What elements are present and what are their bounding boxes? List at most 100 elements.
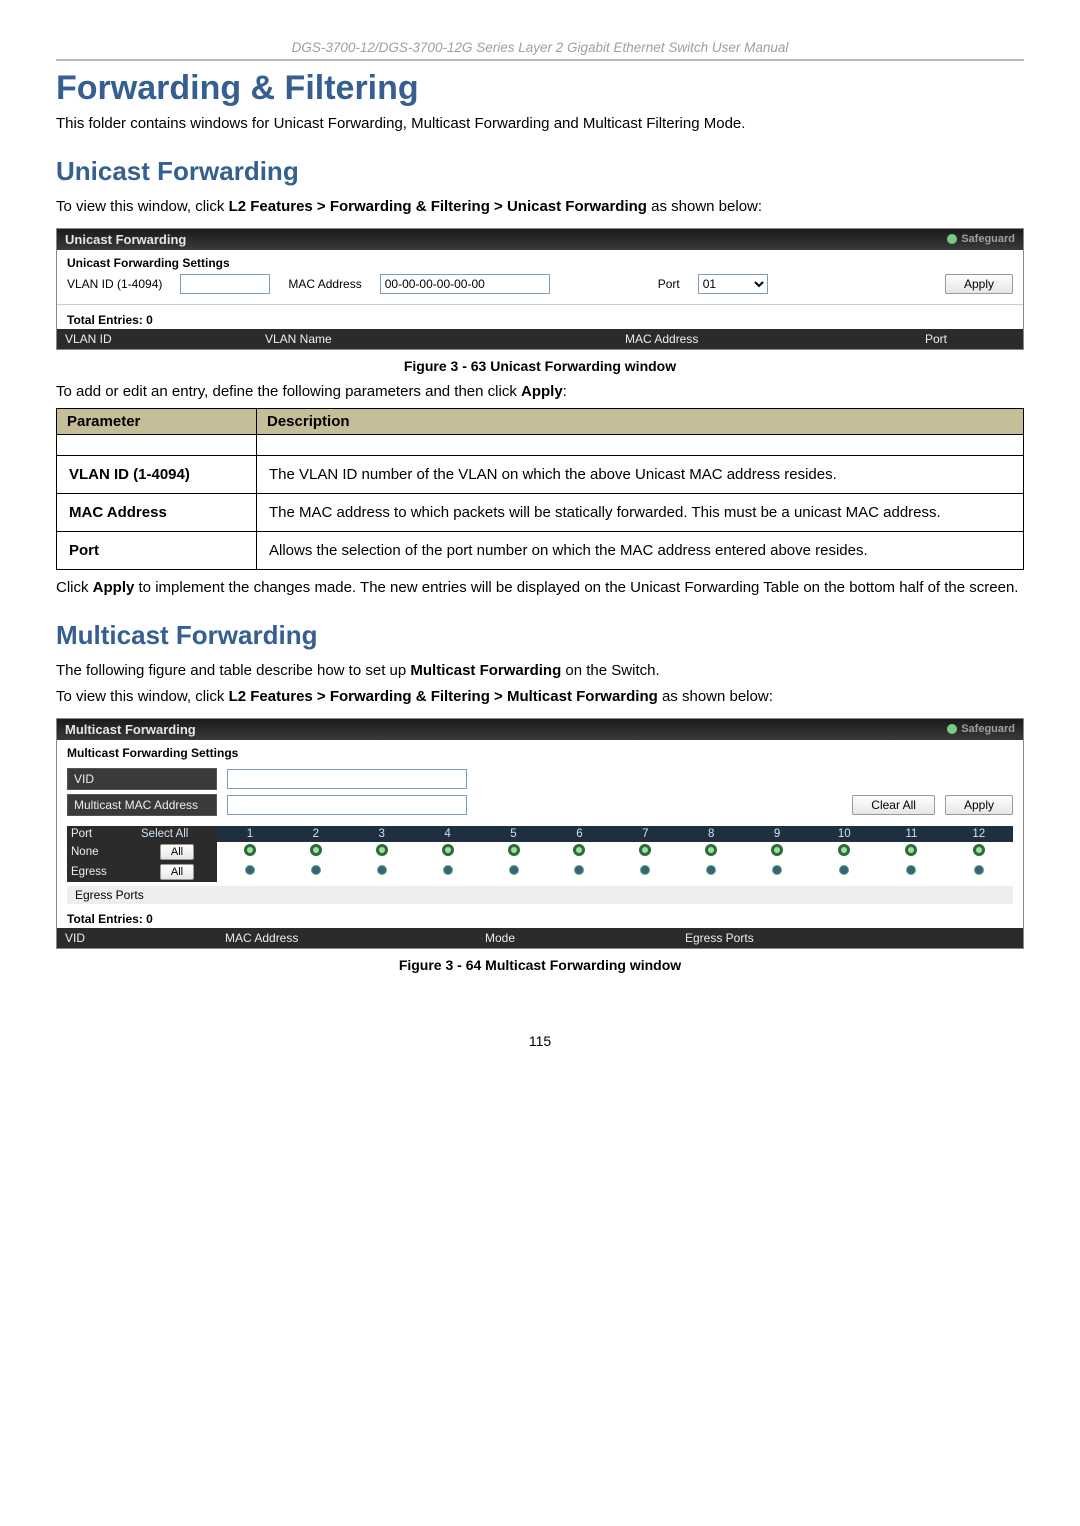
port-col: 3 <box>349 826 415 842</box>
table-row: Port Allows the selection of the port nu… <box>57 531 1024 569</box>
add-edit-instruction: To add or edit an entry, define the foll… <box>56 382 1024 402</box>
apply-button[interactable]: Apply <box>945 274 1013 294</box>
col-mac-address: MAC Address <box>625 332 925 346</box>
ports-table: Port Select All 1 2 3 4 5 6 7 8 9 10 11 … <box>67 826 1013 882</box>
egress-radio[interactable] <box>377 865 387 875</box>
col-mac-address: MAC Address <box>225 931 485 945</box>
text: The following figure and table describe … <box>56 662 410 679</box>
multicast-panel-titlebar: Multicast Forwarding Safeguard <box>57 719 1023 740</box>
port-header: Port <box>67 826 137 842</box>
text: To add or edit an entry, define the foll… <box>56 383 521 400</box>
none-radio[interactable] <box>573 844 585 856</box>
none-radio[interactable] <box>973 844 985 856</box>
desc-cell: The VLAN ID number of the VLAN on which … <box>257 455 1024 493</box>
none-all-button[interactable]: All <box>160 844 194 860</box>
text: as shown below: <box>658 688 773 705</box>
egress-radio[interactable] <box>906 865 916 875</box>
unicast-settings-row: VLAN ID (1-4094) MAC Address Port 01 App… <box>57 270 1023 305</box>
egress-radio[interactable] <box>443 865 453 875</box>
multicast-breadcrumb: L2 Features > Forwarding & Filtering > M… <box>229 688 658 705</box>
none-radio[interactable] <box>771 844 783 856</box>
egress-radio[interactable] <box>839 865 849 875</box>
unicast-view-instruction: To view this window, click L2 Features >… <box>56 197 1024 217</box>
egress-all-button[interactable]: All <box>160 864 194 880</box>
h2-multicast-forwarding: Multicast Forwarding <box>56 620 1024 651</box>
apply-button[interactable]: Apply <box>945 795 1013 815</box>
header-rule <box>56 59 1024 61</box>
port-col: 2 <box>283 826 349 842</box>
egress-radio[interactable] <box>311 865 321 875</box>
none-radio[interactable] <box>639 844 651 856</box>
none-radio[interactable] <box>310 844 322 856</box>
none-radio[interactable] <box>508 844 520 856</box>
col-description: Description <box>257 408 1024 434</box>
none-row: None All <box>67 842 1013 862</box>
param-cell: MAC Address <box>57 493 257 531</box>
egress-radio[interactable] <box>974 865 984 875</box>
port-col: 8 <box>678 826 744 842</box>
vlan-id-label: VLAN ID (1-4094) <box>67 277 162 291</box>
param-cell: Port <box>57 531 257 569</box>
egress-radio[interactable] <box>640 865 650 875</box>
col-port: Port <box>925 332 1015 346</box>
mc-mac-label: Multicast MAC Address <box>67 794 217 816</box>
port-col: 12 <box>944 826 1013 842</box>
multicast-view-instruction: To view this window, click L2 Features >… <box>56 687 1024 707</box>
figure-63-caption: Figure 3 - 63 Unicast Forwarding window <box>56 358 1024 374</box>
none-radio[interactable] <box>244 844 256 856</box>
text: To view this window, click <box>56 198 229 215</box>
vid-label: VID <box>67 768 217 790</box>
unicast-breadcrumb: L2 Features > Forwarding & Filtering > U… <box>229 198 647 215</box>
text: Click <box>56 579 93 596</box>
safeguard-indicator: Safeguard <box>947 233 1015 245</box>
unicast-settings-title: Unicast Forwarding Settings <box>57 250 1023 270</box>
port-label: Port <box>658 277 680 291</box>
col-mode: Mode <box>485 931 685 945</box>
egress-radio[interactable] <box>245 865 255 875</box>
desc-cell: Allows the selection of the port number … <box>257 531 1024 569</box>
param-cell: VLAN ID (1-4094) <box>57 455 257 493</box>
none-radio[interactable] <box>705 844 717 856</box>
egress-radio[interactable] <box>706 865 716 875</box>
none-radio[interactable] <box>376 844 388 856</box>
apply-bold: Apply <box>521 383 563 400</box>
mac-address-input[interactable] <box>380 274 550 294</box>
egress-row: Egress All <box>67 862 1013 882</box>
page-number: 115 <box>56 1033 1024 1049</box>
port-select[interactable]: 01 <box>698 274 768 294</box>
intro-paragraph: This folder contains windows for Unicast… <box>56 114 1024 134</box>
vid-input[interactable] <box>227 769 467 789</box>
vlan-id-input[interactable] <box>180 274 270 294</box>
port-col: 1 <box>217 826 283 842</box>
col-egress-ports: Egress Ports <box>685 931 1015 945</box>
apply-bold: Apply <box>93 579 135 596</box>
egress-radio[interactable] <box>574 865 584 875</box>
egress-radio[interactable] <box>509 865 519 875</box>
none-radio[interactable] <box>905 844 917 856</box>
h1-forwarding-filtering: Forwarding & Filtering <box>56 69 1024 108</box>
vid-row: VID <box>67 768 1013 790</box>
unicast-table-header: VLAN ID VLAN Name MAC Address Port <box>57 329 1023 349</box>
multicast-total-entries: Total Entries: 0 <box>57 904 1023 928</box>
col-vlan-id: VLAN ID <box>65 332 265 346</box>
multicast-table-header: VID MAC Address Mode Egress Ports <box>57 928 1023 948</box>
unicast-forwarding-panel: Unicast Forwarding Safeguard Unicast For… <box>56 228 1024 350</box>
figure-64-caption: Figure 3 - 64 Multicast Forwarding windo… <box>56 957 1024 973</box>
port-col: 10 <box>810 826 879 842</box>
select-all-header: Select All <box>137 826 217 842</box>
col-vid: VID <box>65 931 225 945</box>
unicast-panel-title: Unicast Forwarding <box>65 232 186 247</box>
desc-cell: The MAC address to which packets will be… <box>257 493 1024 531</box>
col-vlan-name: VLAN Name <box>265 332 625 346</box>
port-col: 4 <box>415 826 481 842</box>
mc-mac-input[interactable] <box>227 795 467 815</box>
egress-radio[interactable] <box>772 865 782 875</box>
h2-unicast-forwarding: Unicast Forwarding <box>56 156 1024 187</box>
clear-all-button[interactable]: Clear All <box>852 795 935 815</box>
unicast-panel-titlebar: Unicast Forwarding Safeguard <box>57 229 1023 250</box>
none-radio[interactable] <box>442 844 454 856</box>
click-apply-paragraph: Click Apply to implement the changes mad… <box>56 578 1024 598</box>
none-radio[interactable] <box>838 844 850 856</box>
none-label: None <box>67 842 137 862</box>
col-parameter: Parameter <box>57 408 257 434</box>
